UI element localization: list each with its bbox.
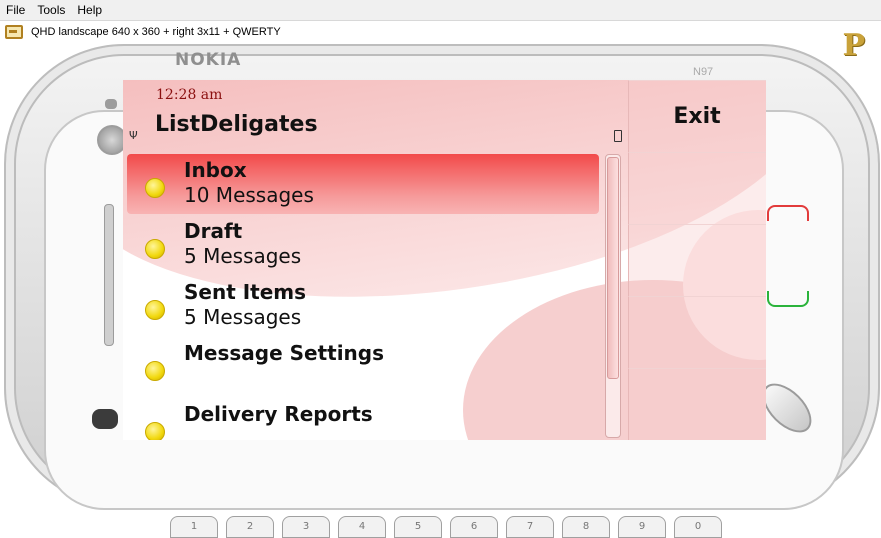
list-item-subtitle: 5 Messages <box>184 305 302 329</box>
keyboard-key[interactable]: 0 <box>674 516 722 538</box>
status-pane: 12:28 am Ψ ListDeligates <box>123 80 628 152</box>
page-title: ListDeligates <box>155 112 318 137</box>
list-bullet-icon <box>145 178 165 198</box>
camera-key[interactable] <box>92 409 118 429</box>
keyboard-key[interactable]: 9 <box>618 516 666 538</box>
list-bullet-icon <box>145 239 165 259</box>
list-item-subtitle: 5 Messages <box>184 244 302 268</box>
menu-help[interactable]: Help <box>71 3 108 17</box>
keyboard-key[interactable]: 5 <box>394 516 442 538</box>
emulator-toolbar: QHD landscape 640 x 360 + right 3x11 + Q… <box>0 22 881 42</box>
menu-file[interactable]: File <box>0 3 31 17</box>
list-bullet-icon <box>145 300 165 320</box>
exit-softkey[interactable]: Exit <box>628 80 766 152</box>
list-item-title: Sent Items <box>184 280 307 304</box>
list-item-title: Inbox <box>184 158 247 182</box>
speaker-grille <box>104 204 114 346</box>
signal-icon: Ψ <box>129 129 138 142</box>
softkey-slot <box>628 296 766 369</box>
device-profile-label: QHD landscape 640 x 360 + right 3x11 + Q… <box>31 26 281 38</box>
keyboard-key[interactable]: 3 <box>282 516 330 538</box>
list-item-title: Message Settings <box>184 341 385 365</box>
emulator-logo: P <box>842 28 865 63</box>
menu-tools[interactable]: Tools <box>31 3 71 17</box>
list-item-inbox[interactable]: Inbox 10 Messages <box>127 154 599 214</box>
brand-logo: NOKIA <box>175 50 242 70</box>
model-label: N97 <box>693 66 714 78</box>
list-item-draft[interactable]: Draft 5 Messages <box>127 215 599 275</box>
list-bullet-icon <box>145 422 165 440</box>
softkey-slot <box>628 368 766 440</box>
qwerty-keyboard: 1 2 3 4 5 6 7 8 9 0 <box>170 516 722 538</box>
list-item-title: Draft <box>184 219 243 243</box>
scrollbar-thumb[interactable] <box>607 157 619 379</box>
clock: 12:28 am <box>156 87 223 103</box>
keyboard-key[interactable]: 8 <box>562 516 610 538</box>
keyboard-key[interactable]: 6 <box>450 516 498 538</box>
device-profile-icon[interactable] <box>5 25 23 39</box>
battery-icon <box>614 130 622 142</box>
scrollbar[interactable] <box>605 154 621 438</box>
list-item-sent-items[interactable]: Sent Items 5 Messages <box>127 276 599 336</box>
keyboard-key[interactable]: 4 <box>338 516 386 538</box>
list-bullet-icon <box>145 361 165 381</box>
list-item-subtitle: 10 Messages <box>184 183 314 207</box>
phone-screen: 12:28 am Ψ ListDeligates Exit Inbox 10 M… <box>123 80 766 440</box>
proximity-sensor <box>105 99 117 109</box>
emulator-menubar: File Tools Help <box>0 0 881 21</box>
list-item-delivery-reports[interactable]: Delivery Reports <box>127 398 599 440</box>
softkey-slot <box>628 224 766 297</box>
keyboard-key[interactable]: 1 <box>170 516 218 538</box>
keyboard-key[interactable]: 7 <box>506 516 554 538</box>
list-item-message-settings[interactable]: Message Settings <box>127 337 599 397</box>
end-call-key[interactable] <box>767 205 809 221</box>
send-call-key[interactable] <box>767 291 809 307</box>
softkey-slot <box>628 152 766 225</box>
keyboard-key[interactable]: 2 <box>226 516 274 538</box>
list-item-title: Delivery Reports <box>184 402 373 426</box>
